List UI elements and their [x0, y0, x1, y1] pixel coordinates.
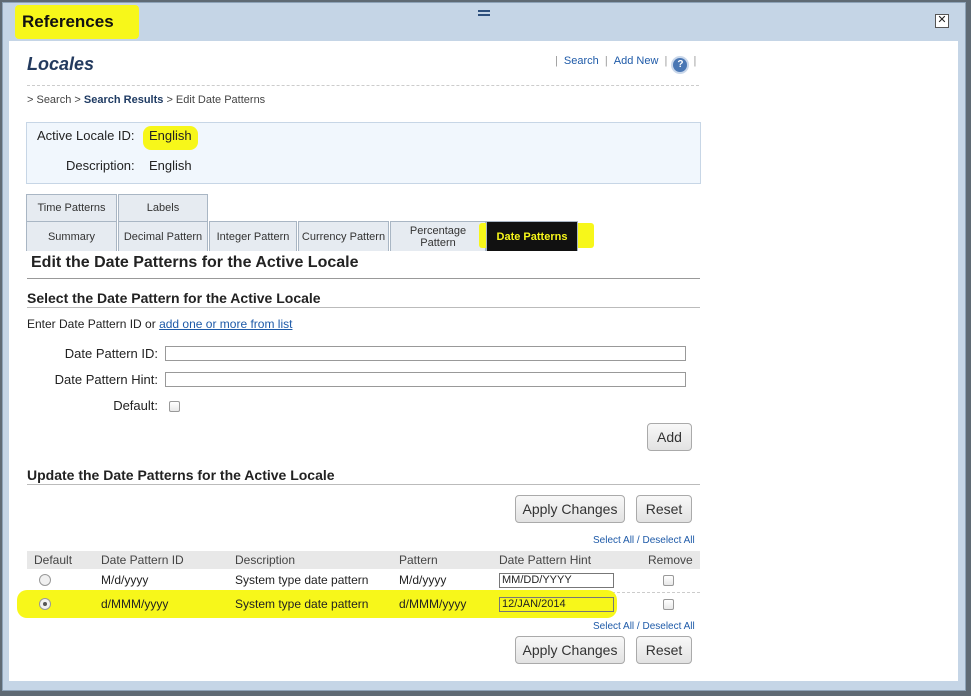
header-divider — [27, 85, 699, 86]
breadcrumb-prefix: > Search > — [27, 94, 81, 106]
tab-summary[interactable]: Summary — [26, 221, 117, 251]
tab-time-patterns[interactable]: Time Patterns — [26, 194, 117, 221]
row-date-pattern-id: M/d/yyyy — [101, 573, 149, 587]
description-value: English — [149, 158, 192, 173]
col-date-pattern-hint: Date Pattern Hint — [499, 553, 592, 567]
reset-button-top[interactable]: Reset — [636, 495, 692, 523]
col-pattern: Pattern — [399, 553, 438, 567]
tab-integer-pattern[interactable]: Integer Pattern — [209, 221, 297, 251]
help-icon[interactable]: ? — [673, 58, 688, 72]
col-remove: Remove — [648, 553, 693, 567]
remove-checkbox[interactable] — [663, 599, 674, 610]
default-label: Default: — [113, 398, 158, 413]
apply-changes-button-top[interactable]: Apply Changes — [515, 495, 625, 523]
default-radio[interactable] — [39, 574, 51, 586]
description-label: Description: — [66, 158, 135, 173]
date-pattern-id-input[interactable] — [165, 346, 686, 361]
row-pattern: M/d/yyyy — [399, 573, 447, 587]
patterns-table-header: Default Date Pattern ID Description Patt… — [27, 551, 700, 569]
references-dialog: References ✕ Locales | Search | Add New … — [2, 2, 966, 691]
apply-changes-button-bottom[interactable]: Apply Changes — [515, 636, 625, 664]
row-date-pattern-id: d/MMM/yyyy — [101, 597, 169, 611]
update-section-heading: Update the Date Patterns for the Active … — [27, 467, 335, 483]
page-title: Locales — [27, 54, 95, 74]
row-hint-input[interactable]: 12/JAN/2014 — [499, 597, 614, 612]
dialog-title: References — [22, 12, 114, 31]
reset-button-bottom[interactable]: Reset — [636, 636, 692, 664]
row-pattern: d/MMM/yyyy — [399, 597, 467, 611]
select-section-heading: Select the Date Pattern for the Active L… — [27, 290, 321, 306]
header-links: | Search | Add New | ? | — [555, 55, 697, 72]
tab-currency-pattern[interactable]: Currency Pattern — [298, 221, 389, 251]
select-all-link[interactable]: Select All — [593, 535, 634, 546]
row-description: System type date pattern — [235, 597, 369, 611]
row-description: System type date pattern — [235, 573, 369, 587]
row-hint-input[interactable]: MM/DD/YYYY — [499, 573, 614, 588]
drag-handle-icon[interactable] — [478, 10, 490, 16]
update-section-rule — [27, 484, 700, 485]
search-link[interactable]: Search — [564, 55, 599, 67]
close-icon[interactable]: ✕ — [935, 14, 949, 28]
add-button[interactable]: Add — [647, 423, 692, 451]
active-locale-panel: Active Locale ID: English Description: E… — [26, 122, 701, 184]
date-pattern-id-label: Date Pattern ID: — [64, 346, 158, 361]
col-date-pattern-id: Date Pattern ID — [101, 553, 184, 567]
active-locale-value: English — [149, 128, 192, 143]
add-from-list-link[interactable]: add one or more from list — [159, 317, 292, 331]
edit-heading: Edit the Date Patterns for the Active Lo… — [31, 254, 359, 271]
select-separator: / — [636, 621, 640, 632]
deselect-all-link[interactable]: Deselect All — [642, 535, 694, 546]
tab-percentage-pattern[interactable]: Percentage Pattern — [390, 221, 486, 251]
dialog-content: Locales | Search | Add New | ? | > Searc… — [9, 41, 958, 681]
active-locale-label: Active Locale ID: — [37, 128, 135, 143]
select-all-bottom: Select All / Deselect All — [593, 621, 695, 632]
edit-heading-rule — [27, 278, 700, 279]
deselect-all-link[interactable]: Deselect All — [642, 621, 694, 632]
breadcrumb-suffix: > Edit Date Patterns — [166, 94, 266, 106]
tab-labels[interactable]: Labels — [118, 194, 208, 221]
tab-decimal-pattern[interactable]: Decimal Pattern — [118, 221, 208, 251]
col-default: Default — [34, 553, 73, 567]
breadcrumb-search-results-link[interactable]: Search Results — [84, 94, 163, 106]
select-intro-text: Enter Date Pattern ID or — [27, 317, 156, 331]
select-section-rule — [27, 307, 700, 308]
date-pattern-hint-label: Date Pattern Hint: — [54, 372, 158, 387]
select-all-link[interactable]: Select All — [593, 621, 634, 632]
default-checkbox[interactable] — [169, 401, 180, 412]
tab-date-patterns[interactable]: Date Patterns — [486, 221, 578, 251]
remove-checkbox[interactable] — [663, 575, 674, 586]
select-separator: / — [636, 535, 640, 546]
table-row: d/MMM/yyyy System type date pattern d/MM… — [27, 593, 700, 617]
dialog-titlebar[interactable]: References ✕ — [3, 3, 965, 41]
col-description: Description — [235, 553, 296, 567]
select-all-top: Select All / Deselect All — [593, 535, 695, 546]
breadcrumb: > Search > Search Results > Edit Date Pa… — [27, 94, 265, 106]
date-pattern-hint-input[interactable] — [165, 372, 686, 387]
select-intro: Enter Date Pattern ID or add one or more… — [27, 317, 292, 331]
default-radio-selected[interactable] — [39, 598, 51, 610]
add-new-link[interactable]: Add New — [614, 55, 659, 67]
